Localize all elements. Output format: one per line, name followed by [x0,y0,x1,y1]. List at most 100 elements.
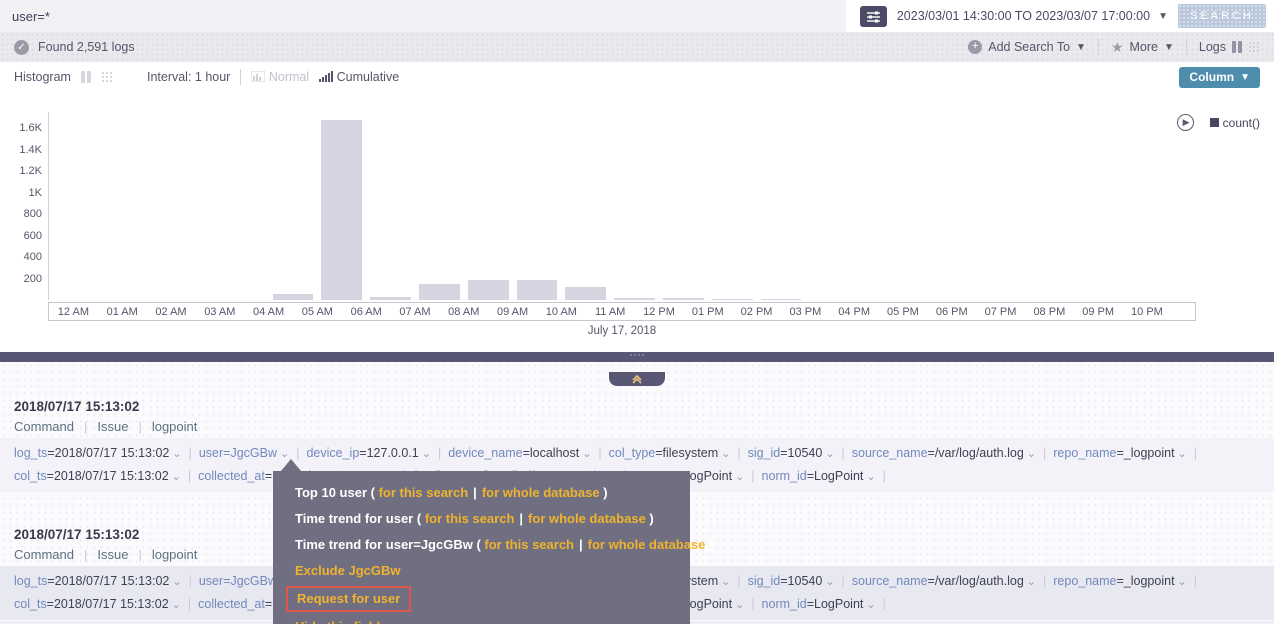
link-for-this-search[interactable]: for this search [425,511,515,526]
x-axis-tick: 04 AM [244,306,293,318]
log-field-repo_name[interactable]: repo_name=_logpoint⌄ [1053,446,1187,460]
request-for-user-highlight[interactable]: Request for user [286,586,411,612]
field-separator: | [730,574,747,588]
chevron-down-icon[interactable]: ⌄ [1024,576,1036,588]
x-axis-tick: 10 PM [1123,306,1172,318]
log-tag[interactable]: Issue [97,416,128,438]
histogram-bar[interactable] [419,284,460,300]
chevron-down-icon[interactable]: ⌄ [169,576,181,588]
log-field-sig_id[interactable]: sig_id=10540⌄ [748,574,835,588]
field-key: device_name [448,446,522,460]
divider [240,69,241,85]
log-fields-row: log_ts=2018/07/17 15:13:02⌄|user=JgcGBw⌄… [14,442,1260,465]
log-tag[interactable]: Command [14,416,74,438]
y-axis-tick: 1K [0,187,42,199]
histogram-bar[interactable] [663,298,704,300]
menu-item-time-trend-user[interactable]: Time trend for user ( for this search|fo… [295,506,690,532]
log-field-log_ts[interactable]: log_ts=2018/07/17 15:13:02⌄ [14,574,182,588]
histogram-bar[interactable] [712,299,753,301]
log-tag[interactable]: Issue [97,544,128,566]
histogram-bar[interactable] [517,280,558,300]
chevron-down-icon[interactable]: ⌄ [732,599,744,611]
chevron-down-icon[interactable]: ⌄ [579,448,591,460]
field-value: =localhost [523,446,580,460]
drag-grip-icon[interactable] [630,354,644,356]
found-logs-text: Found 2,591 logs [38,40,135,54]
normal-mode-button[interactable]: Normal [251,70,309,84]
histogram-bar[interactable] [370,297,411,300]
field-value: =_logpoint [1117,446,1175,460]
add-search-to-button[interactable]: + Add Search To ▼ [968,40,1086,54]
menu-item-request-for-user[interactable]: Request for user [295,584,690,614]
log-field-user[interactable]: user=JgcGBw⌄ [199,446,289,460]
chart-type-dropdown[interactable]: Column ▼ [1179,67,1260,88]
field-value: =10540 [780,446,822,460]
chevron-down-icon[interactable]: ⌄ [718,448,730,460]
histogram-bar[interactable] [468,280,509,300]
chevron-down-icon[interactable]: ⌄ [822,448,834,460]
log-tag[interactable]: logpoint [152,544,198,566]
chevron-down-icon[interactable]: ⌄ [169,448,181,460]
grid-view-icon[interactable] [1248,41,1260,53]
histogram-bar[interactable] [614,298,655,300]
menu-item-top10-user[interactable]: Top 10 user ( for this search|for whole … [295,480,690,506]
log-field-log_ts[interactable]: log_ts=2018/07/17 15:13:02⌄ [14,446,182,460]
chevron-down-icon[interactable]: ⌄ [822,576,834,588]
log-field-source_name[interactable]: source_name=/var/log/auth.log⌄ [852,574,1036,588]
menu-item-exclude[interactable]: Exclude JgcGBw [295,558,690,584]
link-for-whole-database[interactable]: for whole database [588,537,706,552]
menu-item-time-trend-user-value[interactable]: Time trend for user=JgcGBw ( for this se… [295,532,690,558]
log-field-sig_id[interactable]: sig_id=10540⌄ [748,446,835,460]
log-field-norm_id[interactable]: norm_id=LogPoint⌄ [762,597,876,611]
search-query-input[interactable] [0,0,846,32]
chevron-down-icon[interactable]: ⌄ [1175,576,1187,588]
plus-icon: + [968,40,982,54]
log-tag[interactable]: logpoint [152,416,198,438]
histogram-bar[interactable] [565,287,606,300]
more-button[interactable]: ★ More ▼ [1111,39,1174,56]
ascending-bars-icon [319,71,333,82]
chevron-down-icon[interactable]: ⌄ [169,471,181,483]
log-tag[interactable]: Command [14,544,74,566]
field-key: collected_at [198,469,265,483]
log-field-col_type[interactable]: col_type=filesystem⌄ [609,446,731,460]
search-button[interactable]: SEARCH [1178,4,1266,28]
histogram-view-icon[interactable] [81,71,91,83]
chevron-down-icon[interactable]: ⌄ [1175,448,1187,460]
chevron-down-icon[interactable]: ⌄ [718,576,730,588]
link-for-this-search[interactable]: for this search [379,485,469,500]
x-axis-tick: 03 AM [195,306,244,318]
log-field-col_ts[interactable]: col_ts=2018/07/17 15:13:02⌄ [14,597,181,611]
histogram-grid-icon[interactable] [101,71,113,83]
link-for-this-search[interactable]: for this search [484,537,574,552]
chevron-down-icon[interactable]: ⌄ [863,599,875,611]
chevron-down-icon[interactable]: ⌄ [169,599,181,611]
chevron-down-icon[interactable]: ⌄ [419,448,431,460]
collapse-chart-button[interactable] [609,372,665,386]
chevron-down-icon[interactable]: ⌄ [863,471,875,483]
chevron-down-icon[interactable]: ⌄ [732,471,744,483]
link-for-whole-database[interactable]: for whole database [528,511,646,526]
more-label: More [1130,40,1158,54]
x-axis-tick: 09 AM [488,306,537,318]
log-field-col_ts[interactable]: col_ts=2018/07/17 15:13:02⌄ [14,469,181,483]
date-range-picker[interactable]: 2023/03/01 14:30:00 TO 2023/03/07 17:00:… [897,9,1168,23]
cumulative-mode-button[interactable]: Cumulative [319,70,399,84]
play-icon[interactable]: ▶ [1177,114,1194,131]
chevron-down-icon[interactable]: ⌄ [1024,448,1036,460]
menu-item-hide-field[interactable]: Hide this field [295,614,690,624]
histogram-bar[interactable] [321,120,362,300]
search-settings-button[interactable] [860,6,887,27]
legend-swatch [1210,118,1219,127]
log-field-source_name[interactable]: source_name=/var/log/auth.log⌄ [852,446,1036,460]
log-field-repo_name[interactable]: repo_name=_logpoint⌄ [1053,574,1187,588]
legend-count: count() [1210,116,1260,130]
field-key: collected_at [198,597,265,611]
histogram-bar[interactable] [273,294,314,300]
log-field-norm_id[interactable]: norm_id=LogPoint⌄ [762,469,876,483]
log-field-device_name[interactable]: device_name=localhost⌄ [448,446,591,460]
link-for-whole-database[interactable]: for whole database [482,485,600,500]
log-field-device_ip[interactable]: device_ip=127.0.0.1⌄ [306,446,430,460]
list-view-icon[interactable] [1232,41,1242,53]
histogram-bar[interactable] [761,299,802,301]
